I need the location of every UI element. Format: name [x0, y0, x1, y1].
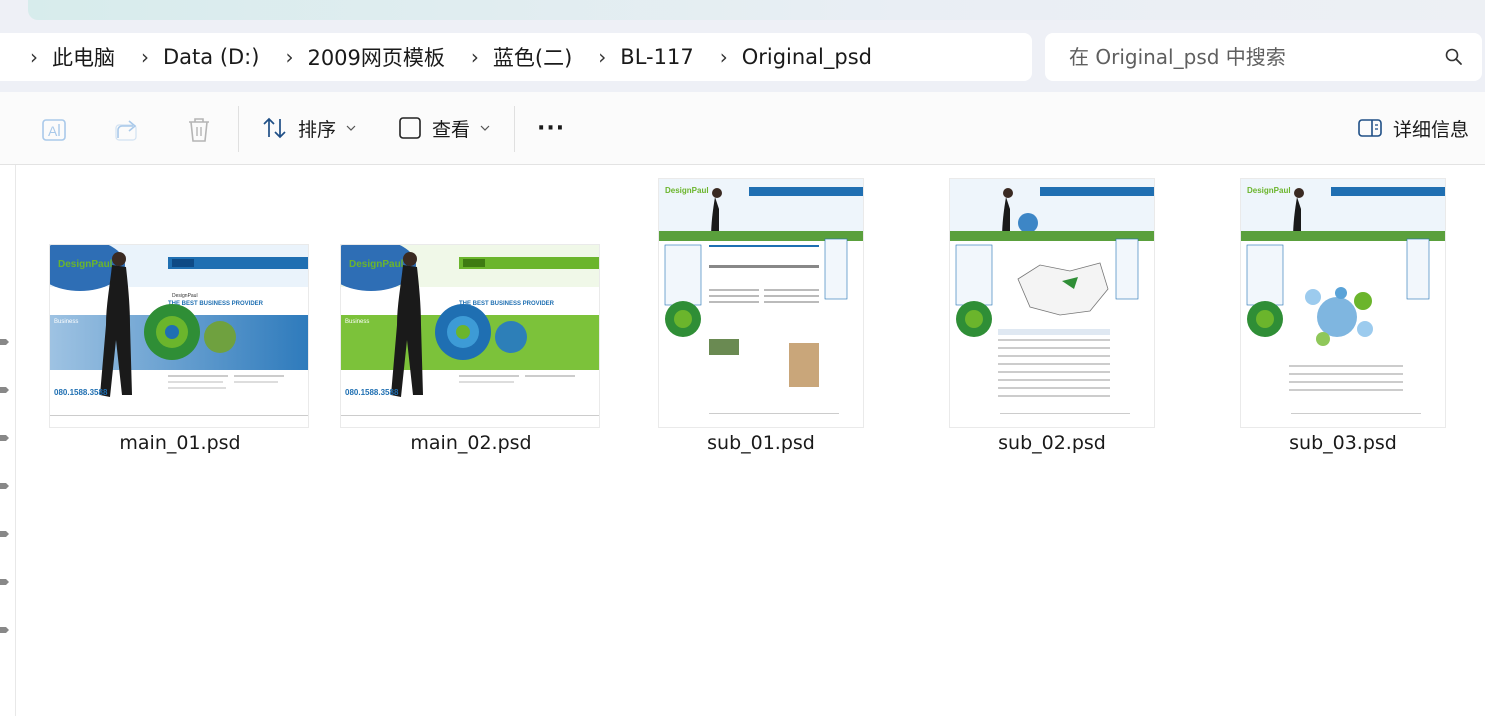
pin-icon	[0, 627, 9, 633]
search-input[interactable]	[1067, 44, 1431, 70]
pin-icon	[0, 387, 9, 393]
file-thumbnail[interactable]	[949, 178, 1155, 428]
address-row: › 此电脑 › Data (D:) › 2009网页模板 › 蓝色(二) › B…	[0, 30, 1485, 92]
file-thumbnail[interactable]: DesignPaul	[1240, 178, 1446, 428]
pin-icon	[0, 435, 9, 441]
details-pane-icon	[1358, 119, 1382, 137]
svg-text:DesignPaul: DesignPaul	[172, 293, 198, 299]
phone-text: 080.1588.3588	[345, 388, 399, 397]
chevron-down-icon	[346, 125, 356, 131]
svg-text:Business: Business	[54, 319, 78, 325]
sort-button[interactable]: 排序	[262, 112, 356, 144]
file-item[interactable]: DesignPaul THE BEST BUSINESS PROVIDER Bu…	[336, 170, 606, 470]
toolbar-divider	[238, 106, 239, 152]
active-tab-edge[interactable]	[28, 0, 1485, 20]
pin-icon	[0, 531, 9, 537]
breadcrumb-item-bl117[interactable]: BL-117	[620, 45, 693, 69]
breadcrumb-item-this-pc[interactable]: 此电脑	[52, 42, 115, 72]
svg-text:Business: Business	[345, 319, 369, 325]
file-item[interactable]: sub_02.psd	[917, 170, 1187, 470]
toolbar-divider	[514, 106, 515, 152]
command-bar: A 排序 查看 ··· 详细信息	[0, 92, 1485, 165]
breadcrumb-item-templates[interactable]: 2009网页模板	[307, 42, 444, 72]
file-name[interactable]: main_01.psd	[45, 432, 315, 454]
psd-preview-main-02: DesignPaul THE BEST BUSINESS PROVIDER Bu…	[341, 245, 599, 427]
file-name[interactable]: sub_01.psd	[626, 432, 896, 454]
psd-preview-main-01: DesignPaul DesignPaul THE BEST BUSINESS …	[50, 245, 308, 427]
chevron-right-icon[interactable]: ›	[24, 45, 44, 69]
breadcrumb-item-drive[interactable]: Data (D:)	[163, 45, 259, 69]
details-label: 详细信息	[1393, 118, 1470, 141]
chevron-right-icon[interactable]: ›	[135, 45, 155, 69]
search-box[interactable]	[1045, 33, 1482, 81]
file-thumbnail[interactable]: DesignPaul DesignPaul THE BEST BUSINESS …	[49, 244, 309, 428]
psd-preview-sub-02	[950, 179, 1154, 427]
logo-text: DesignPaul	[58, 259, 113, 270]
psd-preview-sub-03: DesignPaul	[1241, 179, 1445, 427]
sort-label: 排序	[298, 118, 337, 141]
chevron-right-icon[interactable]: ›	[592, 45, 612, 69]
phone-text: 080.1588.3588	[54, 388, 108, 397]
file-name[interactable]: sub_02.psd	[917, 432, 1187, 454]
breadcrumb-item-current[interactable]: Original_psd	[742, 45, 872, 69]
psd-preview-sub-01: DesignPaul	[659, 179, 863, 427]
file-item[interactable]: DesignPaul sub_03.psd	[1208, 170, 1478, 470]
file-item[interactable]: DesignPaul DesignPaul THE BEST BUSINESS …	[45, 170, 315, 470]
more-options-button[interactable]: ···	[537, 112, 565, 144]
more-icon: ···	[537, 115, 566, 141]
pin-icon	[0, 483, 9, 489]
file-name[interactable]: sub_03.psd	[1208, 432, 1478, 454]
chevron-right-icon[interactable]: ›	[714, 45, 734, 69]
delete-icon[interactable]	[186, 116, 212, 144]
file-thumbnail[interactable]: DesignPaul THE BEST BUSINESS PROVIDER Bu…	[340, 244, 600, 428]
pin-icon	[0, 339, 9, 345]
share-icon[interactable]	[113, 116, 141, 144]
breadcrumb[interactable]: › 此电脑 › Data (D:) › 2009网页模板 › 蓝色(二) › B…	[0, 33, 1032, 81]
logo-text: DesignPaul	[1247, 186, 1291, 195]
search-icon[interactable]	[1444, 47, 1464, 67]
logo-text: DesignPaul	[665, 186, 709, 195]
file-item[interactable]: DesignPaul sub_01.psd	[626, 170, 896, 470]
chevron-right-icon[interactable]: ›	[279, 45, 299, 69]
chevron-down-icon	[480, 125, 490, 131]
navigation-pane[interactable]	[0, 165, 16, 716]
sort-icon	[263, 117, 286, 139]
pin-icon	[0, 579, 9, 585]
file-name[interactable]: main_02.psd	[336, 432, 606, 454]
svg-text:A: A	[48, 123, 58, 139]
chevron-right-icon[interactable]: ›	[465, 45, 485, 69]
view-label: 查看	[432, 118, 471, 141]
file-thumbnail[interactable]: DesignPaul	[658, 178, 864, 428]
title-tab-strip	[0, 0, 1485, 30]
view-icon	[399, 117, 421, 139]
rename-icon[interactable]: A	[40, 116, 68, 144]
breadcrumb-item-blue[interactable]: 蓝色(二)	[493, 42, 572, 72]
details-pane-button[interactable]: 详细信息	[1357, 112, 1469, 144]
logo-text: DesignPaul	[349, 259, 404, 270]
view-button[interactable]: 查看	[398, 112, 490, 144]
